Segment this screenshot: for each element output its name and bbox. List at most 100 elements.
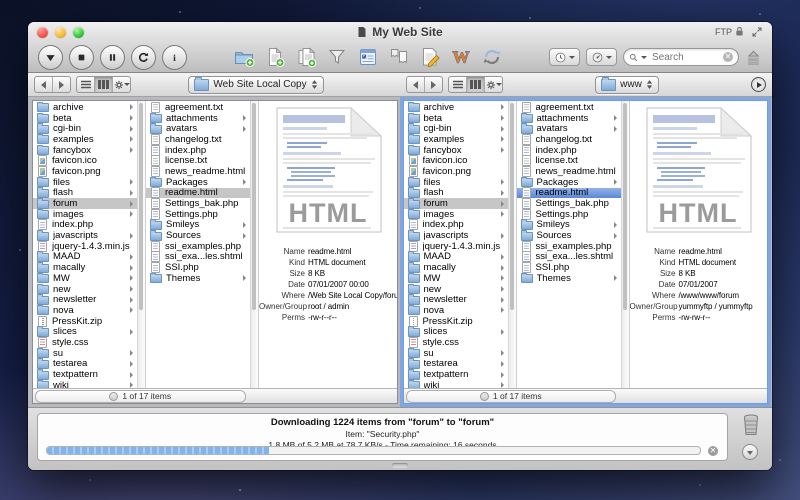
file-row[interactable]: files (33, 177, 137, 188)
file-row[interactable]: flash (404, 188, 508, 199)
scrollbar-thumb[interactable] (623, 103, 627, 310)
file-row[interactable]: style.css (33, 337, 137, 348)
file-row[interactable]: changelog.txt (146, 134, 250, 145)
close-button[interactable] (37, 27, 48, 38)
file-row[interactable]: cgi-bin (404, 123, 508, 134)
file-row[interactable]: slices (33, 326, 137, 337)
file-row[interactable]: nova (33, 305, 137, 316)
file-row[interactable]: SSI.php (517, 262, 621, 273)
stop-button[interactable] (69, 45, 94, 70)
file-row[interactable]: attachments (146, 113, 250, 124)
file-row[interactable]: agreement.txt (146, 102, 250, 113)
file-row[interactable]: new (404, 284, 508, 295)
search-field[interactable]: ✕ (623, 48, 739, 66)
file-row[interactable]: attachments (517, 113, 621, 124)
file-row[interactable]: flash (33, 188, 137, 199)
trash-icon[interactable] (742, 413, 760, 437)
scrollbar-thumb[interactable] (510, 103, 514, 310)
file-row[interactable]: testarea (404, 359, 508, 370)
file-row[interactable]: Themes (517, 273, 621, 284)
file-row[interactable]: Smileys (146, 220, 250, 231)
web-preview-button[interactable]: W (450, 46, 472, 68)
file-row[interactable]: Sources (146, 230, 250, 241)
file-row[interactable]: index.php (33, 220, 137, 231)
file-row[interactable]: Settings_bak.php (517, 198, 621, 209)
file-row[interactable]: readme.html (517, 188, 621, 199)
file-row[interactable]: testarea (33, 359, 137, 370)
file-row[interactable]: PressKit.zip (404, 316, 508, 327)
file-row[interactable]: Settings.php (146, 209, 250, 220)
fullscreen-icon[interactable] (751, 26, 763, 38)
title-bar[interactable]: My Web Site FTP (28, 22, 772, 42)
drawer-resize-handle[interactable] (392, 463, 408, 468)
file-row[interactable]: javascripts (404, 230, 508, 241)
duplicate-file-button[interactable] (295, 46, 317, 68)
vertical-scrollbar[interactable] (621, 101, 630, 388)
vertical-scrollbar[interactable] (137, 101, 146, 388)
file-row[interactable]: Settings_bak.php (146, 198, 250, 209)
column-view-button[interactable] (95, 77, 113, 92)
file-row[interactable]: images (404, 209, 508, 220)
file-row[interactable]: Packages (146, 177, 250, 188)
file-row[interactable]: favicon.ico (404, 155, 508, 166)
connect-play-button[interactable] (751, 77, 766, 92)
file-row[interactable]: archive (404, 102, 508, 113)
file-row[interactable]: examples (404, 134, 508, 145)
file-row[interactable]: Themes (146, 273, 250, 284)
file-row[interactable]: MAAD (33, 252, 137, 263)
file-row[interactable]: newsletter (404, 294, 508, 305)
file-row[interactable]: PressKit.zip (33, 316, 137, 327)
file-row[interactable]: macally (404, 262, 508, 273)
file-row[interactable]: beta (33, 113, 137, 124)
back-button[interactable] (407, 77, 425, 92)
file-row[interactable]: index.php (404, 220, 508, 231)
file-row[interactable]: favicon.ico (33, 155, 137, 166)
file-row[interactable]: Packages (517, 177, 621, 188)
file-row[interactable]: fancybox (404, 145, 508, 156)
eject-server-icon[interactable] (745, 49, 762, 66)
vertical-scrollbar[interactable] (250, 101, 259, 388)
file-row[interactable]: SSI.php (146, 262, 250, 273)
new-file-button[interactable] (264, 46, 286, 68)
file-row[interactable]: Settings.php (517, 209, 621, 220)
edit-file-button[interactable] (419, 46, 441, 68)
file-row[interactable]: readme.html (146, 188, 250, 199)
file-row[interactable]: archive (33, 102, 137, 113)
scrollbar-thumb[interactable] (252, 103, 256, 310)
back-button[interactable] (35, 77, 53, 92)
list-view-button[interactable] (77, 77, 95, 92)
file-row[interactable]: slices (404, 326, 508, 337)
file-row[interactable]: macally (33, 262, 137, 273)
file-row[interactable]: beta (404, 113, 508, 124)
search-scope-chevron-icon[interactable] (641, 56, 647, 59)
file-row[interactable]: images (33, 209, 137, 220)
info-button[interactable]: i (162, 45, 187, 70)
filter-funnel-button[interactable] (326, 46, 348, 68)
file-row[interactable]: fancybox (33, 145, 137, 156)
search-input[interactable] (650, 51, 720, 64)
file-row[interactable]: changelog.txt (517, 134, 621, 145)
file-row[interactable]: MW (33, 273, 137, 284)
file-row[interactable]: wiki (404, 380, 508, 388)
file-row[interactable]: news_readme.html (146, 166, 250, 177)
history-clock-button[interactable] (549, 48, 580, 66)
clear-search-icon[interactable]: ✕ (723, 52, 733, 62)
file-row[interactable]: style.css (404, 337, 508, 348)
file-row[interactable]: favicon.png (404, 166, 508, 177)
file-row[interactable]: su (404, 348, 508, 359)
file-row[interactable]: ssi_exa...les.shtml (146, 252, 250, 263)
file-row[interactable]: examples (33, 134, 137, 145)
compare-files-button[interactable] (388, 46, 410, 68)
transfer-arrow-button[interactable] (38, 45, 63, 70)
file-row[interactable]: jquery-1.4.3.min.js (33, 241, 137, 252)
actions-menu-button[interactable] (113, 77, 130, 92)
transfers-list-button[interactable] (357, 46, 379, 68)
file-row[interactable]: license.txt (517, 155, 621, 166)
column-view-button[interactable] (467, 77, 485, 92)
file-row[interactable]: javascripts (33, 230, 137, 241)
file-row[interactable]: news_readme.html (517, 166, 621, 177)
file-row[interactable]: textpattern (404, 369, 508, 380)
cancel-transfer-icon[interactable]: ✕ (708, 446, 718, 456)
list-view-button[interactable] (449, 77, 467, 92)
file-row[interactable]: favicon.png (33, 166, 137, 177)
